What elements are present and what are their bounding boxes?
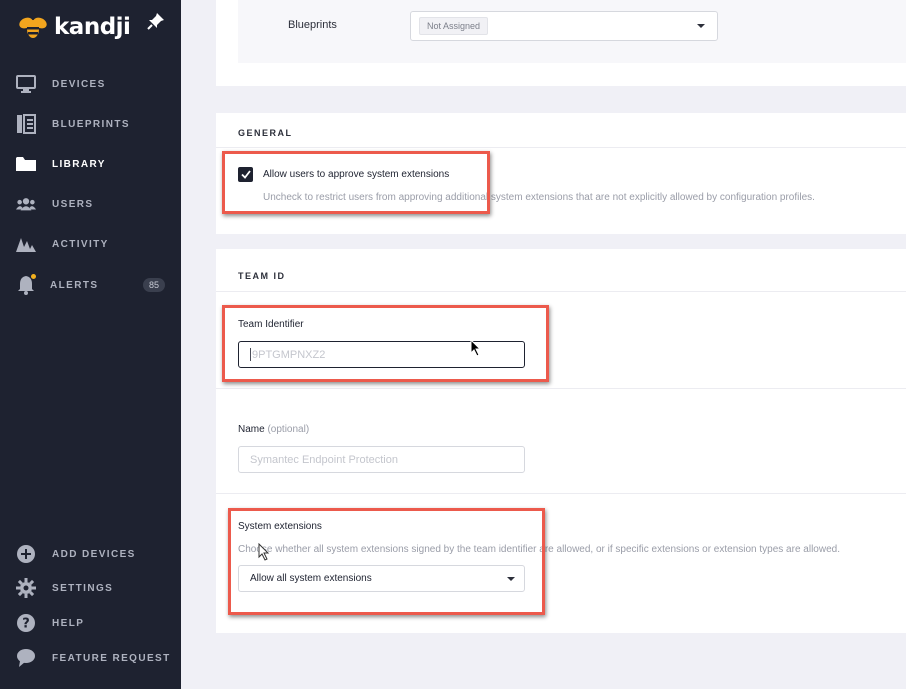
brand-name: kandji [54, 14, 131, 40]
gear-icon [16, 578, 36, 598]
blueprints-panel: Blueprints Not Assigned [238, 0, 906, 63]
system-extensions-label: System extensions [238, 521, 322, 532]
name-placeholder: Symantec Endpoint Protection [250, 453, 398, 466]
sidebar-item-users[interactable]: USERS [0, 189, 181, 219]
chat-icon [16, 648, 36, 668]
alerts-count-badge: 85 [143, 278, 165, 292]
sidebar-item-help[interactable]: ? HELP [0, 608, 181, 638]
folder-icon [16, 154, 36, 174]
sidebar-item-devices[interactable]: DEVICES [0, 69, 181, 99]
kandji-logo[interactable]: kandji [18, 14, 131, 40]
name-optional-hint: (optional) [267, 424, 310, 435]
system-extensions-value: Allow all system extensions [250, 573, 372, 584]
sidebar-item-label: BLUEPRINTS [52, 118, 130, 130]
sidebar-item-add-devices[interactable]: ADD DEVICES [0, 539, 181, 569]
sidebar-item-library[interactable]: LIBRARY [0, 149, 181, 179]
blueprint-chip: Not Assigned [419, 17, 489, 35]
blueprints-icon [16, 114, 36, 134]
sidebar-item-label: HELP [52, 617, 85, 629]
system-extensions-select[interactable]: Allow all system extensions [238, 565, 525, 592]
blueprints-card: Blueprints Not Assigned [216, 0, 906, 86]
main-content: Blueprints Not Assigned GENERAL Allow us… [181, 0, 906, 689]
plus-circle-icon [16, 544, 36, 564]
sidebar-item-label: USERS [52, 198, 94, 210]
sidebar-item-label: ALERTS [50, 279, 99, 291]
sidebar-item-blueprints[interactable]: BLUEPRINTS [0, 109, 181, 139]
general-card: GENERAL Allow users to approve system ex… [216, 113, 906, 234]
mouse-pointer-icon [470, 339, 482, 357]
text-cursor [250, 348, 251, 361]
help-icon: ? [16, 613, 36, 633]
name-label-text: Name [238, 424, 265, 435]
divider [216, 147, 906, 148]
pin-icon[interactable] [147, 12, 165, 35]
sidebar-item-feature-request[interactable]: FEATURE REQUEST [0, 643, 181, 673]
users-icon [16, 194, 36, 214]
name-input[interactable]: Symantec Endpoint Protection [238, 446, 525, 473]
team-identifier-label: Team Identifier [238, 319, 304, 330]
sidebar-item-label: SETTINGS [52, 582, 114, 594]
sidebar-item-label: ADD DEVICES [52, 548, 136, 560]
sidebar-item-label: LIBRARY [52, 158, 106, 170]
sidebar-item-activity[interactable]: ACTIVITY [0, 229, 181, 259]
chevron-down-icon [507, 577, 515, 581]
sidebar: kandji DEVICES BLUEPRINTS LIBRARY USERS [0, 0, 181, 689]
allow-approve-extensions-checkbox[interactable] [238, 167, 253, 182]
svg-text:?: ? [22, 617, 30, 632]
divider [216, 493, 906, 494]
blueprints-label: Blueprints [288, 19, 337, 31]
system-extensions-help: Choose whether all system extensions sig… [238, 544, 840, 555]
mouse-pointer-icon [258, 543, 270, 561]
sidebar-item-label: ACTIVITY [52, 238, 109, 250]
divider [216, 291, 906, 292]
sidebar-item-settings[interactable]: SETTINGS [0, 573, 181, 603]
blueprints-select[interactable]: Not Assigned [410, 11, 718, 41]
monitor-icon [16, 74, 36, 94]
general-section-title: GENERAL [238, 128, 293, 138]
alert-dot-indicator [31, 274, 36, 279]
team-id-card: TEAM ID Team Identifier 9PTGMPNXZ2 Name … [216, 249, 906, 633]
allow-approve-extensions-label[interactable]: Allow users to approve system extensions [263, 169, 449, 180]
team-id-section-title: TEAM ID [238, 271, 286, 281]
checkmark-icon [240, 170, 251, 179]
bee-logo-icon [19, 17, 47, 38]
allow-approve-extensions-help: Uncheck to restrict users from approving… [263, 192, 815, 203]
name-label: Name (optional) [238, 424, 309, 435]
sidebar-item-label: FEATURE REQUEST [52, 652, 171, 664]
activity-icon [16, 234, 36, 254]
team-identifier-placeholder: 9PTGMPNXZ2 [252, 348, 326, 361]
sidebar-item-label: DEVICES [52, 78, 106, 90]
divider [216, 388, 906, 389]
chevron-down-icon [697, 24, 705, 28]
sidebar-item-alerts[interactable]: ALERTS 85 [0, 270, 181, 300]
